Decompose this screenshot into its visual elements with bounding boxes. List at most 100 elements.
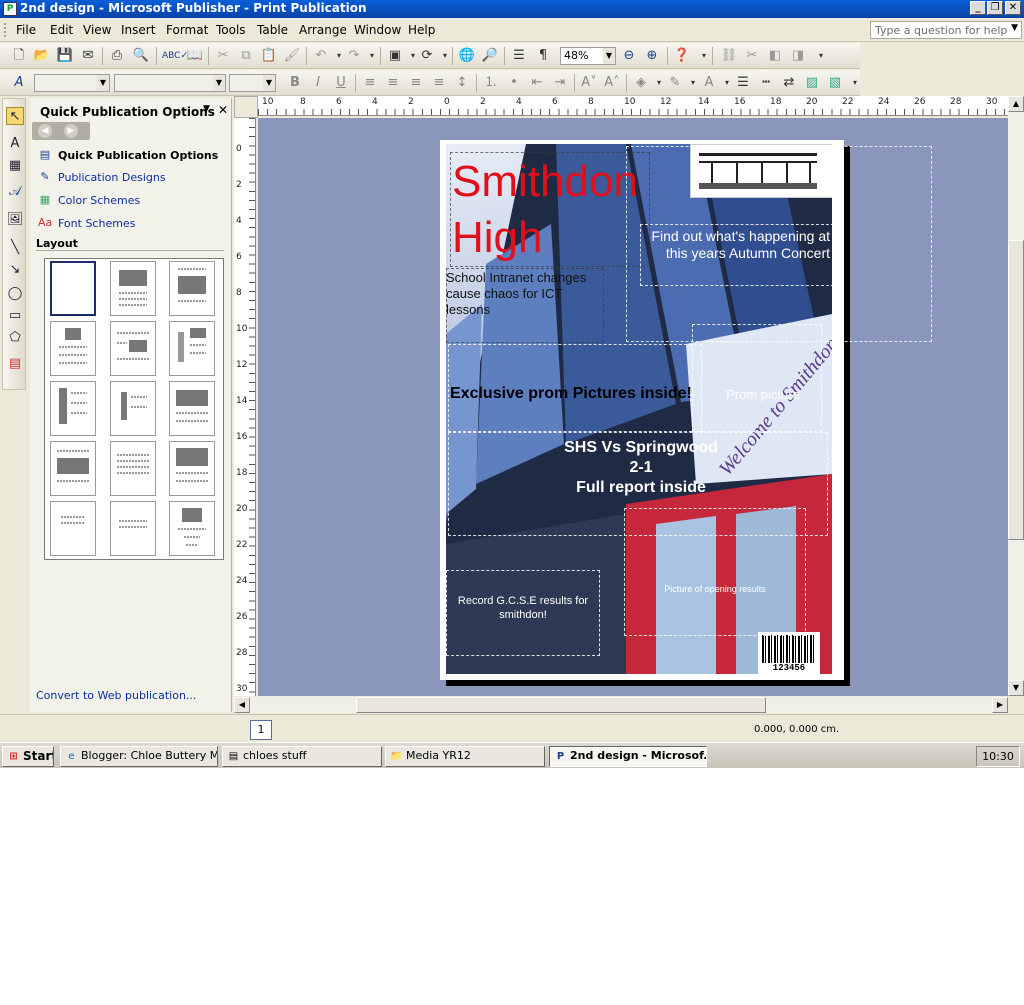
dash-style-icon[interactable]: ┅: [757, 74, 775, 92]
columns-icon[interactable]: ☰: [510, 47, 528, 65]
toolbar-options-icon[interactable]: ▾: [846, 74, 864, 92]
taskbar-blogger[interactable]: e Blogger: Chloe Buttery M...: [60, 746, 218, 767]
decrease-font-size-icon[interactable]: A˅: [580, 74, 598, 92]
layout-thumbnail[interactable]: [50, 501, 96, 556]
help-icon[interactable]: ❓: [673, 47, 691, 65]
publication-page[interactable]: Welcome to Smithdon High School Smithdon…: [440, 140, 932, 680]
bold-icon[interactable]: B: [286, 74, 304, 92]
save-icon[interactable]: 💾: [56, 47, 74, 65]
design-gallery-icon[interactable]: ▤: [6, 355, 24, 373]
ruler-corner[interactable]: [234, 96, 258, 118]
horizontal-ruler[interactable]: 10 8 6 4 2 0 2 4 6 8 10 12 14 16 18 20 2…: [258, 96, 1008, 116]
email-icon[interactable]: ✉: [79, 47, 97, 65]
publication-canvas[interactable]: Welcome to Smithdon High School Smithdon…: [258, 118, 1008, 696]
align-center-icon[interactable]: ≡: [384, 74, 402, 92]
scroll-up-icon[interactable]: ▲: [1008, 96, 1024, 112]
horizontal-scroll-thumb[interactable]: [356, 697, 766, 713]
increase-indent-icon[interactable]: ⇥: [551, 74, 569, 92]
bullets-icon[interactable]: •: [505, 74, 523, 92]
page-navigator-button[interactable]: 1: [250, 720, 272, 740]
fill-color-icon[interactable]: ◈: [632, 74, 650, 92]
cut-icon[interactable]: ✂: [214, 47, 232, 65]
bring-to-front-icon[interactable]: ▣: [386, 47, 404, 65]
style-combo[interactable]: ▼: [34, 74, 110, 92]
picture-frame-icon[interactable]: 🖼: [6, 211, 24, 229]
italic-icon[interactable]: I: [309, 74, 327, 92]
forward-arrow-icon[interactable]: ▶: [64, 124, 78, 138]
format-painter-icon[interactable]: 🖌: [283, 47, 301, 65]
task-pane-menu-icon[interactable]: ▼: [203, 104, 210, 114]
vertical-scrollbar[interactable]: ▲ ▼: [1008, 96, 1024, 696]
zoom-out-icon[interactable]: ⊖: [620, 47, 638, 65]
chevron-down-icon[interactable]: ▼: [97, 75, 109, 91]
new-document-icon[interactable]: 🗋: [10, 47, 28, 65]
font-combo[interactable]: ▼: [114, 74, 226, 92]
layout-thumbnail[interactable]: [110, 501, 156, 556]
convert-to-web-link[interactable]: Convert to Web publication...: [36, 689, 196, 702]
rotate-icon[interactable]: ⟳: [418, 47, 436, 65]
research-icon[interactable]: 📖: [186, 47, 204, 65]
toolbar-options-icon[interactable]: ▾: [812, 47, 830, 65]
layout-thumbnail[interactable]: [169, 261, 215, 316]
insert-table-icon[interactable]: ▦: [6, 157, 24, 175]
chevron-down-icon[interactable]: ▼: [1011, 23, 1018, 33]
autoshapes-icon[interactable]: ⬠: [6, 329, 24, 347]
spelling-icon[interactable]: ABC✓: [162, 47, 188, 65]
layout-thumbnail[interactable]: [110, 441, 156, 496]
scroll-left-icon[interactable]: ◀: [234, 697, 250, 713]
copy-icon[interactable]: ⧉: [237, 47, 255, 65]
line-style-icon[interactable]: ☰: [734, 74, 752, 92]
rectangle-tool-icon[interactable]: ▭: [6, 307, 24, 325]
taskbar-chloes-stuff[interactable]: ▤ chloes stuff: [222, 746, 382, 767]
publisher-app-icon[interactable]: P: [3, 2, 17, 16]
restore-button[interactable]: ❐: [987, 1, 1003, 15]
layout-thumbnail[interactable]: [110, 261, 156, 316]
decrease-indent-icon[interactable]: ⇤: [528, 74, 546, 92]
menu-view[interactable]: View: [83, 23, 111, 37]
scroll-right-icon[interactable]: ▶: [992, 697, 1008, 713]
layout-thumbnail[interactable]: [50, 381, 96, 436]
menu-arrange[interactable]: Arrange: [299, 23, 347, 37]
vertical-scroll-thumb[interactable]: [1008, 240, 1024, 540]
unlink-textbox-icon[interactable]: ✂: [743, 47, 761, 65]
paste-icon[interactable]: 📋: [260, 47, 278, 65]
print-icon[interactable]: ⎙: [108, 47, 126, 65]
chevron-down-icon[interactable]: ▼: [603, 48, 615, 64]
menu-table[interactable]: Table: [257, 23, 288, 37]
minimize-button[interactable]: _: [970, 1, 986, 15]
layout-thumbnail[interactable]: [50, 321, 96, 376]
line-color-icon[interactable]: ✎: [666, 74, 684, 92]
arrow-tool-icon[interactable]: ↘: [6, 261, 24, 279]
wordart-icon[interactable]: 𝒜: [6, 183, 24, 201]
zoom-in-icon[interactable]: ⊕: [643, 47, 661, 65]
close-button[interactable]: ✕: [1005, 1, 1021, 15]
publication-designs-link[interactable]: Publication Designs: [58, 171, 166, 184]
menu-edit[interactable]: Edit: [50, 23, 73, 37]
menu-help[interactable]: Help: [408, 23, 435, 37]
align-left-icon[interactable]: ≡: [361, 74, 379, 92]
oval-tool-icon[interactable]: ◯: [6, 285, 24, 303]
zoom-combo[interactable]: 48% ▼: [560, 47, 616, 65]
layout-thumbnail-blank[interactable]: [50, 261, 96, 316]
menu-tools[interactable]: Tools: [216, 23, 246, 37]
select-pointer-icon[interactable]: ↖: [6, 107, 24, 125]
line-tool-icon[interactable]: ╲: [6, 239, 24, 257]
taskbar-2nd-design[interactable]: P 2nd design - Microsof...: [549, 746, 707, 767]
shadow-style-icon[interactable]: ▨: [803, 74, 821, 92]
layout-thumbnail[interactable]: [169, 381, 215, 436]
layout-thumbnail[interactable]: [110, 321, 156, 376]
back-arrow-icon[interactable]: ◀: [38, 124, 52, 138]
task-pane-close-icon[interactable]: ✕: [218, 103, 228, 117]
numbering-icon[interactable]: ⒈: [482, 74, 500, 92]
menu-window[interactable]: Window: [354, 23, 401, 37]
system-clock[interactable]: 10:30: [976, 746, 1020, 767]
layout-thumbnail[interactable]: [169, 501, 215, 556]
horizontal-scrollbar[interactable]: ◀ ▶: [234, 697, 1008, 713]
justify-icon[interactable]: ≡: [430, 74, 448, 92]
underline-icon[interactable]: U: [332, 74, 350, 92]
chevron-down-icon[interactable]: ▼: [213, 75, 225, 91]
font-schemes-link[interactable]: Font Schemes: [58, 217, 135, 230]
chevron-down-icon[interactable]: ▾: [363, 47, 381, 65]
menu-grip[interactable]: [4, 23, 9, 37]
barcode[interactable]: 123456: [758, 632, 820, 674]
